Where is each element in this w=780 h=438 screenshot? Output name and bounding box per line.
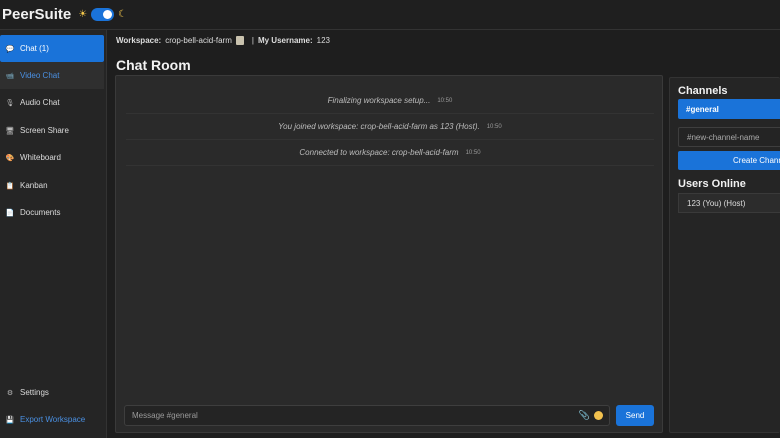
channel-item-general[interactable]: #general xyxy=(678,99,780,119)
message-composer: 📎 xyxy=(124,405,610,426)
message-input[interactable] xyxy=(125,411,579,420)
new-channel-input[interactable] xyxy=(678,127,780,147)
channels-heading: Channels xyxy=(678,85,728,97)
microphone-icon: 🎙 xyxy=(5,99,15,107)
sidebar-item-label: Whiteboard xyxy=(20,153,61,162)
separator: | xyxy=(251,36,254,45)
system-message: Finalizing workspace setup... 10:50 xyxy=(126,88,654,114)
sidebar-item-documents[interactable]: 📄 Documents xyxy=(0,199,104,226)
top-bar: PeerSuite ☀ ☾ xyxy=(0,0,780,30)
workspace-name: crop-bell-acid-farm xyxy=(165,36,232,45)
monitor-icon: 🖥 xyxy=(5,127,15,135)
user-list-item: 123 (You) (Host) xyxy=(678,193,780,213)
system-message: You joined workspace: crop-bell-acid-far… xyxy=(126,114,654,140)
clipboard-icon: 📋 xyxy=(5,182,15,190)
sidebar-item-video-chat[interactable]: 📹 Video Chat xyxy=(0,62,104,89)
channels-panel: Channels #general Create Channel Users O… xyxy=(669,77,780,433)
workspace-label: Workspace: xyxy=(116,36,162,45)
sidebar-item-label: Settings xyxy=(20,388,49,397)
message-text: You joined workspace: crop-bell-acid-far… xyxy=(278,122,480,131)
chat-bubble-icon: 💬 xyxy=(5,45,15,53)
message-time: 10:50 xyxy=(486,123,502,130)
workspace-info: Workspace: crop-bell-acid-farm | My User… xyxy=(116,36,330,45)
send-button[interactable]: Send xyxy=(616,405,654,426)
message-time: 10:50 xyxy=(465,149,481,156)
emoji-icon[interactable] xyxy=(594,411,603,420)
palette-icon: 🎨 xyxy=(5,154,15,162)
page-title: Chat Room xyxy=(116,57,191,73)
message-text: Finalizing workspace setup... xyxy=(327,96,431,105)
sidebar-item-settings[interactable]: ⚙ Settings xyxy=(0,379,104,406)
theme-toggle[interactable] xyxy=(91,8,115,21)
sidebar-item-label: Chat (1) xyxy=(20,44,49,53)
sidebar-item-label: Export Workspace xyxy=(20,415,86,424)
sidebar-item-label: Kanban xyxy=(20,181,48,190)
username-value: 123 xyxy=(316,36,331,45)
sun-icon: ☀ xyxy=(78,9,88,20)
sidebar-item-audio-chat[interactable]: 🎙 Audio Chat xyxy=(0,89,104,116)
sidebar-item-label: Video Chat xyxy=(20,71,60,80)
message-time: 10:50 xyxy=(437,97,453,104)
create-channel-button[interactable]: Create Channel xyxy=(678,151,780,170)
sidebar-item-screen-share[interactable]: 🖥 Screen Share xyxy=(0,117,104,144)
copy-icon[interactable] xyxy=(235,36,244,45)
system-message: Connected to workspace: crop-bell-acid-f… xyxy=(126,140,654,166)
users-heading: Users Online xyxy=(678,178,746,190)
sidebar: 💬 Chat (1) 📹 Video Chat 🎙 Audio Chat 🖥 S… xyxy=(0,30,107,438)
sidebar-item-chat[interactable]: 💬 Chat (1) xyxy=(0,35,104,62)
username-label: My Username: xyxy=(257,36,313,45)
document-icon: 📄 xyxy=(5,209,15,217)
sidebar-item-export-workspace[interactable]: 💾 Export Workspace xyxy=(0,406,104,433)
app-brand: PeerSuite xyxy=(2,6,72,23)
sidebar-item-whiteboard[interactable]: 🎨 Whiteboard xyxy=(0,144,104,171)
sidebar-item-kanban[interactable]: 📋 Kanban xyxy=(0,172,104,199)
video-camera-icon: 📹 xyxy=(5,72,15,80)
sidebar-item-label: Documents xyxy=(20,208,61,217)
moon-icon: ☾ xyxy=(118,9,128,20)
export-icon: 💾 xyxy=(5,416,15,424)
gear-icon: ⚙ xyxy=(6,389,14,397)
message-text: Connected to workspace: crop-bell-acid-f… xyxy=(299,148,459,157)
sidebar-item-label: Audio Chat xyxy=(20,98,60,107)
chat-panel: Finalizing workspace setup... 10:50 You … xyxy=(115,75,663,433)
paperclip-icon[interactable]: 📎 xyxy=(579,410,590,421)
sidebar-item-label: Screen Share xyxy=(20,126,69,135)
